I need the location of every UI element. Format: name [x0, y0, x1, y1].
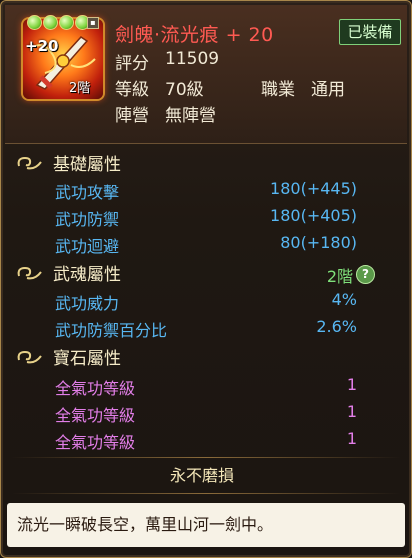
- attr-value: 1: [346, 375, 357, 394]
- soul-tier: 2階: [326, 267, 353, 286]
- cloud-swirl-icon: [17, 156, 42, 170]
- section-title: 基礎屬性: [53, 154, 121, 175]
- section-title: 寶石屬性: [53, 348, 121, 369]
- level-label: 等級: [115, 80, 149, 100]
- attr-value: 80(+180): [280, 233, 357, 252]
- bound-icon: ▪: [87, 17, 99, 29]
- attr-label: 武功防禦: [55, 210, 120, 229]
- item-tooltip-panel: ▪ +20 2階 劍魄·流光痕 + 20 已裝備 評分 11509 等級 70級…: [0, 0, 412, 558]
- divider: [11, 457, 401, 458]
- section-gem: 寶石屬性: [15, 344, 121, 369]
- level-value: 70級: [165, 80, 204, 100]
- section-soul: 武魂屬性: [15, 260, 121, 285]
- attr-value: 180(+405): [270, 206, 357, 225]
- score-label: 評分: [115, 54, 149, 74]
- attr-value: 4%: [331, 290, 357, 309]
- sword-icon: [30, 36, 96, 90]
- section-title: 武魂屬性: [53, 264, 121, 285]
- item-description: 流光一瞬破長空，萬里山河一劍中。: [17, 515, 274, 534]
- cloud-swirl-icon: [17, 350, 42, 364]
- attr-label: 武功威力: [55, 294, 120, 313]
- attr-label: 武功迴避: [55, 237, 120, 256]
- attr-value: 1: [346, 429, 357, 448]
- job-label: 職業: [261, 80, 295, 100]
- faction-value: 無陣營: [165, 106, 216, 126]
- equipped-badge: 已裝備: [339, 19, 401, 45]
- cloud-swirl-icon: [17, 266, 42, 280]
- attr-label: 武功防禦百分比: [55, 321, 168, 340]
- faction-label: 陣營: [115, 106, 149, 126]
- attr-label: 武功攻擊: [55, 183, 120, 202]
- durability-text: 永不磨損: [169, 466, 234, 485]
- attr-value: 180(+445): [270, 179, 357, 198]
- attr-value: 2.6%: [316, 317, 357, 336]
- attr-label: 全氣功等級: [55, 406, 136, 425]
- score-value: 11509: [165, 49, 220, 69]
- attr-label: 全氣功等級: [55, 379, 136, 398]
- item-icon[interactable]: [23, 19, 103, 99]
- attr-label: 全氣功等級: [55, 433, 136, 452]
- gem-slots: [27, 15, 90, 30]
- attr-value: 1: [346, 402, 357, 421]
- enhance-level: +20: [25, 37, 59, 55]
- item-name: 劍魄·流光痕 + 20: [115, 24, 274, 46]
- help-icon[interactable]: ?: [356, 265, 375, 284]
- section-basic: 基礎屬性: [15, 150, 121, 175]
- item-header: ▪ +20 2階 劍魄·流光痕 + 20 已裝備 評分 11509 等級 70級…: [5, 5, 407, 144]
- divider: [11, 493, 401, 494]
- tier-badge: 2階: [69, 81, 91, 96]
- gem-icon: [43, 15, 58, 30]
- gem-icon: [27, 15, 42, 30]
- gem-icon: [59, 15, 74, 30]
- job-value: 通用: [311, 80, 345, 100]
